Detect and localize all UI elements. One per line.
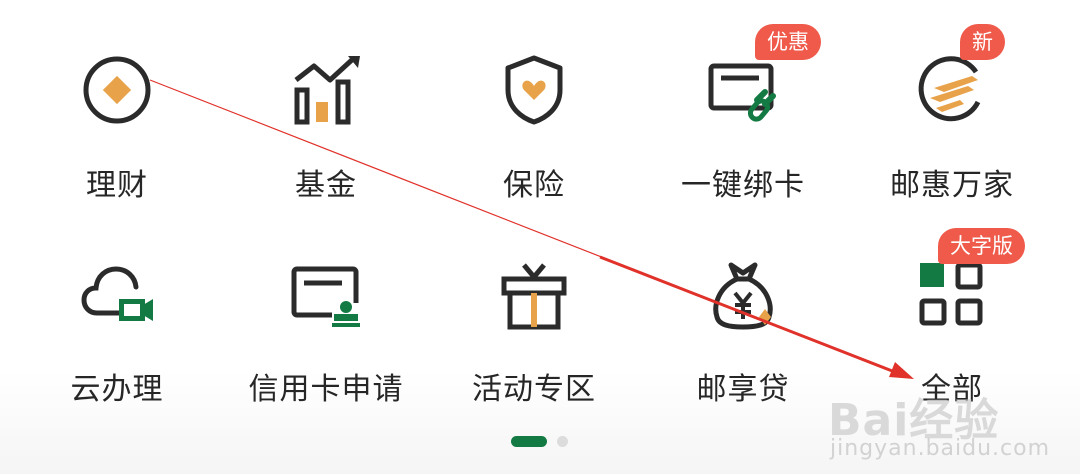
all-apps-grid-icon bbox=[919, 262, 983, 326]
baidu-jingyan-watermark: Bai经验 jingyan.baidu.com bbox=[828, 384, 1078, 464]
page-dot-active bbox=[511, 436, 547, 447]
page-dot bbox=[557, 436, 568, 447]
watermark-url: jingyan.baidu.com bbox=[830, 436, 1051, 461]
grid-item-label: 信用卡申请 bbox=[248, 372, 404, 407]
credit-card-apply-icon bbox=[291, 266, 360, 327]
large-font-badge: 大字版 bbox=[938, 228, 1025, 264]
grid-item-label: 云办理 bbox=[70, 372, 164, 407]
grid-item-label: 邮享贷 bbox=[696, 372, 790, 407]
grid-item-youxiang-loan[interactable]: 邮享贷 bbox=[643, 0, 843, 407]
loan-money-bag-icon bbox=[713, 262, 773, 330]
cloud-video-icon bbox=[81, 266, 153, 321]
grid-item-credit-card-apply[interactable]: 信用卡申请 bbox=[226, 0, 426, 407]
service-grid-panel: 理财 基金 保险 一键绑卡 优惠 邮惠万家 新 云办理 信用卡申请 活动专区 邮… bbox=[0, 0, 1080, 474]
grid-item-label: 活动专区 bbox=[472, 372, 596, 407]
gift-box-icon bbox=[501, 263, 567, 330]
grid-item-all[interactable]: 全部 大字版 bbox=[852, 0, 1052, 407]
grid-item-activities[interactable]: 活动专区 bbox=[434, 0, 634, 407]
grid-item-cloud-service[interactable]: 云办理 bbox=[17, 0, 217, 407]
